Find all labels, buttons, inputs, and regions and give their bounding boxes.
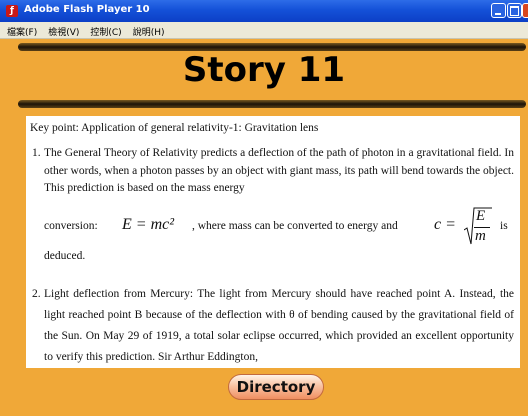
fraction-denominator: m — [475, 228, 486, 244]
menu-help[interactable]: 說明(H) — [133, 25, 165, 41]
list-item-1: 1. The General Theory of Relativity pred… — [32, 145, 514, 198]
menu-bar: 檔案(F) 檢視(V) 控制(C) 說明(H) — [0, 22, 528, 39]
fraction-numerator: E — [476, 208, 486, 224]
conversion-end: is — [500, 220, 508, 232]
title-bar: ƒ Adobe Flash Player 10 — [0, 0, 528, 22]
flash-player-icon: ƒ — [6, 5, 18, 17]
equation-line: conversion: E = mc² , where mass can be … — [44, 206, 514, 246]
conversion-label: conversion: — [44, 220, 98, 232]
bottom-divider-bar — [18, 100, 526, 108]
conversion-text: , where mass can be converted to energy … — [192, 220, 398, 232]
mass-energy-equation: E = mc² — [122, 216, 175, 233]
menu-view[interactable]: 檢視(V) — [48, 25, 79, 41]
menu-control[interactable]: 控制(C) — [90, 25, 121, 41]
menu-file[interactable]: 檔案(F) — [7, 25, 37, 41]
item-text: The General Theory of Relativity predict… — [44, 147, 514, 194]
page-title: Story 11 — [182, 50, 346, 90]
window-title: Adobe Flash Player 10 — [24, 4, 150, 15]
speed-equation: c = — [434, 216, 456, 233]
directory-button[interactable]: Directory — [228, 374, 324, 400]
item-number: 1. — [32, 147, 41, 159]
content-panel[interactable]: Key point: Application of general relati… — [26, 116, 520, 368]
deduced-text: deduced. — [44, 250, 86, 262]
key-point-text: Key point: Application of general relati… — [30, 122, 319, 134]
item-number: 2. — [32, 288, 41, 300]
maximize-button[interactable] — [507, 3, 522, 18]
list-item-2: 2. Light deflection from Mercury: The li… — [32, 284, 514, 368]
close-button[interactable] — [522, 3, 528, 18]
item-text: Light deflection from Mercury: The light… — [44, 288, 514, 363]
sqrt-fraction: E m — [464, 206, 492, 246]
minimize-button[interactable] — [491, 3, 506, 18]
